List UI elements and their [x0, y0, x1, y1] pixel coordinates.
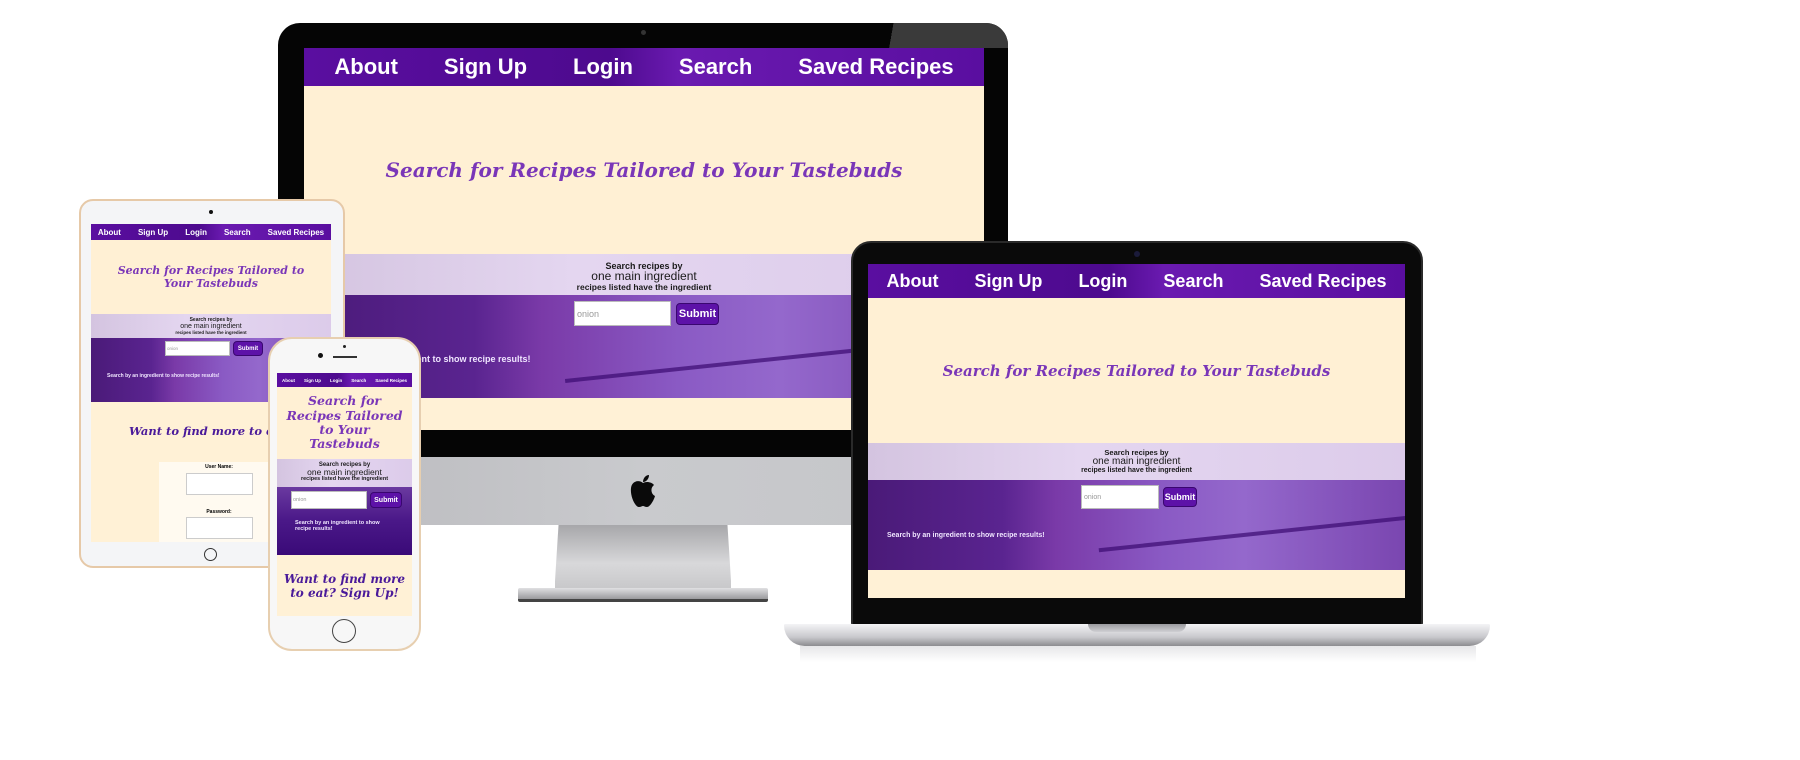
hero-title: Search for Recipes Tailored to Your Tast… — [942, 361, 1331, 380]
ingredient-input[interactable]: onion — [291, 491, 367, 509]
nav-about[interactable]: About — [886, 271, 938, 292]
nav-bar: About Sign Up Login Search Saved Recipes — [868, 264, 1405, 298]
nav-saved-recipes[interactable]: Saved Recipes — [268, 228, 324, 237]
nav-login[interactable]: Login — [330, 378, 342, 383]
tablet-camera — [209, 210, 213, 214]
monitor-foot — [518, 588, 768, 602]
submit-button[interactable]: Submit — [233, 341, 263, 356]
monitor-camera — [641, 30, 646, 35]
laptop-notch — [1088, 624, 1186, 632]
nav-sign-up[interactable]: Sign Up — [304, 378, 321, 383]
monitor-stand — [555, 525, 731, 595]
nav-sign-up[interactable]: Sign Up — [138, 228, 168, 237]
ingredient-input[interactable]: onion — [1081, 485, 1159, 509]
search-form-section: onion Submit Search by an ingredient to … — [868, 480, 1405, 570]
submit-button[interactable]: Submit — [1163, 487, 1197, 507]
search-line-2: one main ingredient — [180, 323, 242, 330]
nav-login[interactable]: Login — [1078, 271, 1127, 292]
submit-button[interactable]: Submit — [676, 303, 719, 325]
search-hint: Search by an ingredient to show recipe r… — [107, 373, 220, 379]
search-line-2: one main ingredient — [307, 467, 382, 477]
password-label: Password: — [206, 509, 232, 515]
nav-search[interactable]: Search — [679, 54, 752, 80]
hero-title: Search for Recipes Tailored to Your Tast… — [286, 393, 403, 452]
phone-home-button[interactable] — [332, 619, 356, 643]
search-line-2: one main ingredient — [1092, 456, 1181, 467]
phone-speaker — [333, 356, 357, 358]
phone-sensor — [343, 345, 346, 348]
ingredient-input[interactable]: onion — [165, 341, 230, 356]
signup-title: Want to find more to eat? Sign Up! — [283, 571, 406, 600]
search-heading: Search recipes by one main ingredient re… — [868, 443, 1405, 480]
input-placeholder: onion — [1084, 493, 1102, 501]
password-input[interactable] — [185, 517, 253, 539]
phone-site-screen: About Sign Up Login Search Saved Recipes… — [277, 373, 412, 616]
input-placeholder: onion — [577, 308, 600, 319]
nav-saved-recipes[interactable]: Saved Recipes — [798, 54, 953, 80]
signup-form: User Name: Password: — [159, 462, 279, 542]
nav-about[interactable]: About — [98, 228, 121, 237]
hero-section: Search for Recipes Tailored to Your Tast… — [277, 387, 412, 459]
nav-about[interactable]: About — [334, 54, 398, 80]
nav-search[interactable]: Search — [224, 228, 251, 237]
tablet-home-button[interactable] — [204, 548, 217, 561]
search-form-section: onion Submit Search by an ingredient to … — [277, 487, 412, 555]
hero-section: Search for Recipes Tailored to Your Tast… — [868, 298, 1405, 443]
apple-logo-icon — [630, 475, 655, 507]
search-heading: Search recipes by one main ingredient re… — [277, 459, 412, 487]
search-line-3: recipes listed have the ingredient — [300, 476, 389, 482]
hero-title: Search for Recipes Tailored to Your Tast… — [117, 264, 305, 290]
ingredient-input[interactable]: onion — [574, 301, 671, 326]
signup-section: Want to find more to eat? Sign Up! — [277, 555, 412, 616]
search-line-3: recipes listed have the ingredient — [1081, 467, 1192, 474]
nav-login[interactable]: Login — [573, 54, 633, 80]
search-hint: Search by an ingredient to show recipe r… — [887, 532, 1045, 539]
nav-saved-recipes[interactable]: Saved Recipes — [375, 378, 407, 383]
laptop-reflection — [800, 646, 1476, 662]
nav-about[interactable]: About — [282, 378, 295, 383]
nav-sign-up[interactable]: Sign Up — [974, 271, 1042, 292]
username-input[interactable] — [185, 473, 253, 495]
search-hint: Search by an ingredient to show recipe r… — [295, 520, 380, 532]
nav-bar: About Sign Up Login Search Saved Recipes — [277, 373, 412, 387]
submit-button[interactable]: Submit — [370, 492, 402, 508]
search-heading: Search recipes by one main ingredient re… — [91, 314, 331, 338]
nav-bar: About Sign Up Login Search Saved Recipes — [91, 224, 331, 240]
nav-search[interactable]: Search — [1163, 271, 1223, 292]
page-footer-area — [868, 570, 1405, 598]
laptop-site-screen: About Sign Up Login Search Saved Recipes… — [868, 264, 1405, 598]
nav-login[interactable]: Login — [185, 228, 207, 237]
input-placeholder: onion — [167, 346, 179, 351]
input-placeholder: onion — [293, 497, 307, 503]
phone-camera — [318, 353, 323, 358]
hero-section: Search for Recipes Tailored to Your Tast… — [304, 86, 984, 254]
laptop-camera — [1134, 251, 1140, 257]
nav-sign-up[interactable]: Sign Up — [444, 54, 527, 80]
nav-saved-recipes[interactable]: Saved Recipes — [1259, 271, 1386, 292]
monitor-glare — [860, 23, 1008, 48]
hero-title: Search for Recipes Tailored to Your Tast… — [385, 158, 903, 182]
nav-bar: About Sign Up Login Search Saved Recipes — [304, 48, 984, 86]
hero-section: Search for Recipes Tailored to Your Tast… — [91, 240, 331, 314]
username-label: User Name: — [205, 464, 233, 470]
nav-search[interactable]: Search — [351, 378, 366, 383]
search-line-3: recipes listed have the ingredient — [175, 330, 247, 335]
